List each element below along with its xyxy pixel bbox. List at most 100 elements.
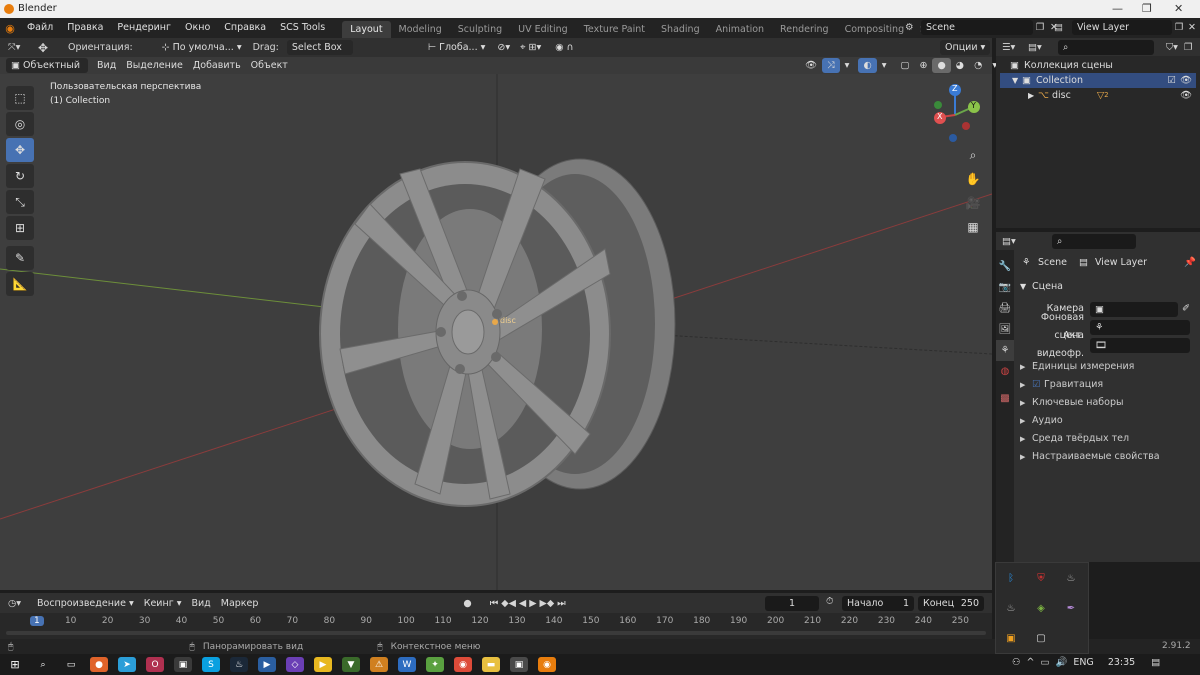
filter-icon[interactable]: ⛉▾ [1166,42,1178,53]
rendered-shading-icon[interactable]: ◔ [969,58,987,73]
outliner-row-scene-collection[interactable]: ▣ Коллекция сцены [1000,58,1196,73]
overlay-dropdown-icon[interactable]: ▾ [877,58,892,73]
gizmo-toggle-icon[interactable]: ⤨ [822,58,840,73]
clock[interactable]: 23:35 [1108,657,1135,668]
menu-timeline-view[interactable]: Вид [186,596,215,611]
nvidia-icon[interactable]: ▼ [342,657,360,672]
annotate-tool-icon[interactable]: ✎ [6,246,34,270]
pivot-point-icon[interactable]: ⊘▾ [492,40,515,55]
properties-editor-type-icon[interactable]: ▤▾ [1002,236,1028,247]
view-layer-field[interactable]: View Layer [1072,20,1172,35]
tab-compositing[interactable]: Compositing [837,21,913,38]
wireframe-shading-icon[interactable]: ⊕ [915,58,933,73]
xray-icon[interactable]: ▢ [896,58,915,73]
menu-scs-tools[interactable]: SCS Tools [273,18,332,38]
visual-studio-icon[interactable]: ◇ [286,657,304,672]
people-icon[interactable]: ⚇ [1012,657,1021,668]
blender-menu-icon[interactable]: ◉ [0,22,20,35]
tab-texture-paint[interactable]: Texture Paint [576,21,653,38]
output-tab-icon[interactable]: 🖨 [996,298,1014,319]
menu-marker[interactable]: Маркер [216,596,264,611]
menu-keying[interactable]: Кеинг ▾ [139,596,187,611]
menu-add[interactable]: Добавить [188,58,246,73]
proportional-edit-icon[interactable]: ◉ ∩ [550,40,578,55]
visibility-icon[interactable]: 👁▾ [800,58,822,86]
window-tray-icon[interactable]: ▢ [1032,629,1050,647]
zoom-icon[interactable]: ⌕ [962,144,984,166]
steam-tray-icon[interactable]: ♨ [1062,569,1080,587]
firefox-icon[interactable]: ● [90,657,108,672]
feather-tray-icon[interactable]: ✒ [1062,599,1080,617]
opera-icon[interactable]: O [146,657,164,672]
task-view-icon[interactable]: ▭ [62,657,80,672]
editor-type-icon[interactable]: ☰▾ [1002,42,1028,53]
jump-keyframe-back-icon[interactable]: ◆◀ [501,598,516,609]
pin-icon[interactable]: 📌 [1184,254,1196,272]
language-indicator[interactable]: ENG [1073,657,1093,668]
cursor-tool-icon[interactable]: ◎ [6,112,34,136]
telegram-icon[interactable]: ➤ [118,657,136,672]
render-tab-icon[interactable]: 📷 [996,277,1014,298]
menu-playback[interactable]: Воспроизведение ▾ [32,596,139,611]
bluetooth-icon[interactable]: ᛒ [1002,569,1020,587]
menu-help[interactable]: Справка [217,18,273,38]
close-icon[interactable]: ✕ [1174,2,1183,15]
restore-icon[interactable]: ❐ [1142,2,1152,15]
drag-dropdown[interactable]: Select Box ▾ [286,40,353,68]
current-frame-field[interactable]: 1 [765,596,819,611]
pan-hand-icon[interactable]: ✋ [962,168,984,190]
scene-section-header[interactable]: ▼ Сцена [1018,278,1196,296]
word-icon[interactable]: W [398,657,416,672]
expand-chevron-right-icon[interactable]: ▶ [1028,88,1038,103]
material-shading-icon[interactable]: ◕ [951,58,969,73]
transform-orientation-dropdown[interactable]: ⊢ Глоба... ▾ [423,40,491,55]
visibility-eye-icon[interactable]: 👁 [1180,73,1192,88]
ortho-grid-icon[interactable]: ▦ [962,216,984,238]
tab-rendering[interactable]: Rendering [772,21,837,38]
view-layer-tab-icon[interactable]: 🖼 [996,319,1014,340]
new-collection-icon[interactable]: ❐ [1184,42,1193,53]
tab-sculpting[interactable]: Sculpting [450,21,510,38]
tab-animation[interactable]: Animation [708,21,772,38]
tool-tab-icon[interactable]: 🔧 [996,256,1014,277]
display-mode-icon[interactable]: ▤▾ [1028,42,1052,53]
jump-end-icon[interactable]: ⏭ [557,598,566,609]
timeline-ruler[interactable]: 1 10 20 30 40 50 60 70 80 90 100 110 120 130 140 150 160… [0,613,992,639]
eyedropper-icon[interactable]: ✐ [1182,300,1190,318]
file-explorer-icon[interactable]: ▬ [482,657,500,672]
camera-field[interactable]: ▣ [1090,301,1178,317]
overlay-toggle-icon[interactable]: ◐ [858,58,877,73]
tab-shading[interactable]: Shading [653,21,708,38]
transform-tool-icon[interactable]: ⊞ [6,216,34,240]
play-icon[interactable]: ▶ [529,598,536,609]
select-box-tool-icon[interactable]: ⬚ [6,86,34,110]
tab-modeling[interactable]: Modeling [391,21,450,38]
steam-icon[interactable]: ♨ [230,657,248,672]
minimize-icon[interactable]: — [1112,2,1123,15]
camera-view-icon[interactable]: 🎥 [962,192,984,214]
end-frame-field[interactable]: Конец 250 [918,596,984,611]
gravity-checkbox[interactable]: ☑ [1032,376,1044,394]
gizmo-dropdown-icon[interactable]: ▾ [840,58,855,73]
menu-file[interactable]: Файл [20,18,60,38]
start-frame-field[interactable]: Начало 1 [842,596,914,611]
panel-rigid-body-world[interactable]: ▶ Среда твёрдых тел [1018,430,1196,448]
jump-start-icon[interactable]: ⏮ [490,598,499,609]
photos-icon[interactable]: ▣ [510,657,528,672]
nvidia-tray-icon[interactable]: ◈ [1032,599,1050,617]
menu-window[interactable]: Окно [178,18,217,38]
skype-icon[interactable]: S [202,657,220,672]
move-tool-button-icon[interactable]: ✥ [6,138,34,162]
android-icon[interactable]: ✦ [426,657,444,672]
stopwatch-icon[interactable]: ⏱ [826,596,833,607]
active-clip-field[interactable]: 🎞 [1090,337,1190,353]
tray-expand-icon[interactable]: ^ [1027,657,1035,668]
background-scene-field[interactable]: ⚘ [1090,319,1190,335]
menu-object[interactable]: Объект [246,58,293,73]
rotate-tool-icon[interactable]: ↻ [6,164,34,188]
scene-tab-icon[interactable]: ⚘ [996,340,1014,361]
zoom-app-icon[interactable]: ▶ [258,657,276,672]
menu-view[interactable]: Вид [92,58,121,73]
network-icon[interactable]: ▭ [1041,657,1050,668]
antivirus-icon[interactable]: ⛨ [1032,569,1050,587]
